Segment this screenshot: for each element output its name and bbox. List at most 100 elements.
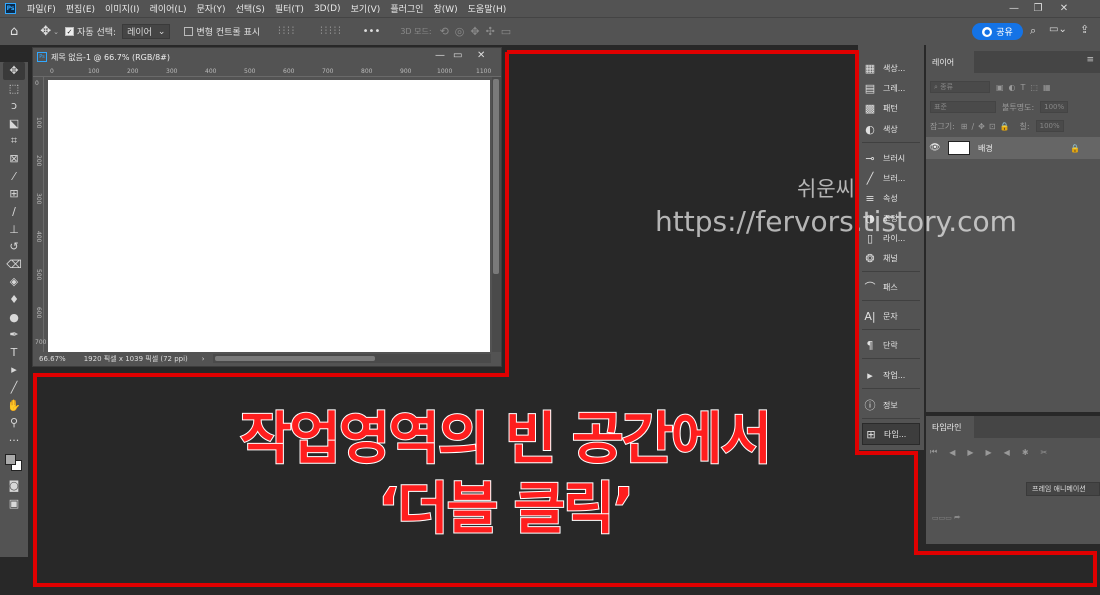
dock-character[interactable]: A| 문자 [862,305,920,327]
dock-info[interactable]: ⓘ 정보 [862,394,920,416]
menu-window[interactable]: 창(W) [428,2,462,15]
menu-filter[interactable]: 필터(T) [270,2,309,15]
healing-tool-icon[interactable]: ⊞ [3,185,25,203]
split-icon[interactable]: ✂ [1041,448,1048,457]
dock-actions[interactable]: ▸ 작업... [862,364,920,386]
history-brush-tool-icon[interactable]: ↺ [3,238,25,256]
dock-paths[interactable]: ⌒ 패스 [862,276,920,298]
blur-tool-icon[interactable]: ♦ [3,291,25,309]
minimize-icon[interactable]: — [435,50,445,61]
pen-tool-icon[interactable]: ✒ [3,326,25,344]
menu-type[interactable]: 문자(Y) [191,2,230,15]
transform-controls-checkbox[interactable] [184,27,194,36]
marquee-tool-icon[interactable]: ⬚ [3,80,25,98]
fill-field[interactable]: 100% [1035,120,1064,132]
zoom-level[interactable]: 66.67% [39,355,66,363]
share-button[interactable]: ● 공유 [972,23,1023,40]
dock-color[interactable]: ◐ 색상 [862,118,920,140]
hand-tool-icon[interactable]: ✋ [3,396,25,414]
more-options[interactable]: ••• [363,26,381,37]
eraser-tool-icon[interactable]: ⌫ [3,256,25,274]
home-icon[interactable]: ⌂ [10,24,18,39]
vertical-scrollbar[interactable] [492,77,501,353]
menu-image[interactable]: 이미지(I) [100,2,145,15]
minimize-icon[interactable]: — [1002,0,1026,17]
dock-paragraph[interactable]: ¶ 단락 [862,334,920,356]
menu-plugins[interactable]: 플러그인 [385,2,428,15]
document-canvas[interactable] [48,80,490,352]
horizontal-scrollbar[interactable] [213,354,491,363]
restore-icon[interactable]: ❐ [1026,0,1050,17]
dock-gradients[interactable]: ▤ 그레... [862,77,920,99]
quick-mask-icon[interactable]: ◙ [3,477,25,495]
document-tab[interactable]: Ps 제목 없음-1 @ 66.7% (RGB/8#) — ▭ ✕ [33,48,501,66]
move-tool-icon[interactable]: ✥ [40,24,51,39]
line-tool-icon[interactable]: ╱ [3,379,25,397]
object-select-tool-icon[interactable]: ⬕ [3,115,25,133]
dock-brush-settings[interactable]: ╱ 브러... [862,167,920,189]
chevron-right-icon[interactable]: › [202,355,205,363]
zoom-tool-icon[interactable]: ⚲ [3,414,25,432]
settings-icon[interactable]: ✱ [1022,448,1029,457]
play-icon[interactable]: ▶ [967,448,973,457]
scroll-thumb[interactable] [493,79,499,274]
menu-select[interactable]: 선택(S) [231,2,270,15]
audio-icon[interactable]: ◀ [1004,448,1010,457]
tab-layers[interactable]: 레이어 [926,51,974,73]
chevron-down-icon[interactable]: ⌄ [53,28,59,36]
menu-3d[interactable]: 3D(D) [309,4,346,14]
create-frame-animation-button[interactable]: 프레임 애니메이션 [1026,482,1100,496]
eye-icon[interactable]: 👁 [926,143,944,153]
workspace-icon[interactable]: ▭⌄ [1049,24,1067,35]
document-window[interactable]: Ps 제목 없음-1 @ 66.7% (RGB/8#) — ▭ ✕ 0 100 … [32,47,502,367]
menu-help[interactable]: 도움말(H) [463,2,512,15]
loop-icon[interactable]: ▭▭▭ ⮫ [932,514,961,523]
opacity-field[interactable]: 100% [1040,101,1069,113]
brush-tool-icon[interactable]: ∕ [3,203,25,221]
close-icon[interactable]: ✕ [1052,0,1076,17]
dock-channels[interactable]: ❂ 채널 [862,247,920,269]
stamp-tool-icon[interactable]: ⊥ [3,220,25,238]
lock-icons[interactable]: ⊞∕✥⊡🔒 [961,122,1014,131]
more-tools-icon[interactable]: ··· [3,431,25,449]
align-buttons-icon[interactable]: ⫶⫶⫶⫶ [278,26,296,37]
menu-layer[interactable]: 레이어(L) [145,2,192,15]
eyedropper-tool-icon[interactable]: ⁄ [3,168,25,186]
dock-brushes[interactable]: ⊸ 브러시 [862,147,920,169]
foreground-color[interactable] [5,454,16,466]
dodge-tool-icon[interactable]: ● [3,308,25,326]
distribute-buttons-icon[interactable]: ⫶⫶⫶⫶⫶ [320,26,343,37]
scroll-thumb[interactable] [215,356,375,361]
dock-patterns[interactable]: ▩ 패턴 [862,97,920,119]
menu-edit[interactable]: 편집(E) [61,2,100,15]
previous-frame-icon[interactable]: ◀ [949,448,955,457]
blend-mode-dropdown[interactable]: 표준 [930,101,996,113]
path-select-tool-icon[interactable]: ▸ [3,361,25,379]
tab-timeline[interactable]: 타임라인 [926,416,974,438]
vertical-ruler[interactable]: 0 100 200 300 400 500 600 700 [33,77,46,353]
horizontal-ruler[interactable]: 0 100 200 300 400 500 600 700 800 900 10… [33,67,501,77]
menu-file[interactable]: 파일(F) [22,2,61,15]
crop-tool-icon[interactable]: ⌗ [3,132,25,150]
lasso-tool-icon[interactable]: ↄ [3,97,25,115]
close-icon[interactable]: ✕ [477,50,485,61]
dock-swatches[interactable]: ▦ 색상... [862,57,920,79]
auto-select-checkbox[interactable]: ✓ [65,27,75,36]
layer-kind-filter[interactable]: ⌕ 종류 [930,81,990,93]
foreground-background-colors[interactable] [5,454,23,472]
next-frame-icon[interactable]: ▶ [986,448,992,457]
export-icon[interactable]: ⇪ [1080,23,1089,36]
color-swatches-icon[interactable] [3,449,25,477]
frame-tool-icon[interactable]: ⊠ [3,150,25,168]
move-tool-icon[interactable]: ✥ [3,62,25,80]
layer-row-background[interactable]: 👁 배경 🔒 [926,137,1100,159]
layer-filter-icons[interactable]: ▣◐T⬚▦ [996,83,1056,92]
panel-menu-icon[interactable]: ≡ [1086,55,1094,65]
dock-timeline[interactable]: ⊞ 타임... [862,423,920,445]
auto-select-dropdown[interactable]: 레이어 ⌄ [122,24,171,39]
type-tool-icon[interactable]: T [3,344,25,362]
screen-mode-icon[interactable]: ▣ [3,495,25,513]
restore-icon[interactable]: ▭ [453,50,462,61]
paint-bucket-tool-icon[interactable]: ◈ [3,273,25,291]
search-icon[interactable]: ⌕ [1030,24,1036,38]
